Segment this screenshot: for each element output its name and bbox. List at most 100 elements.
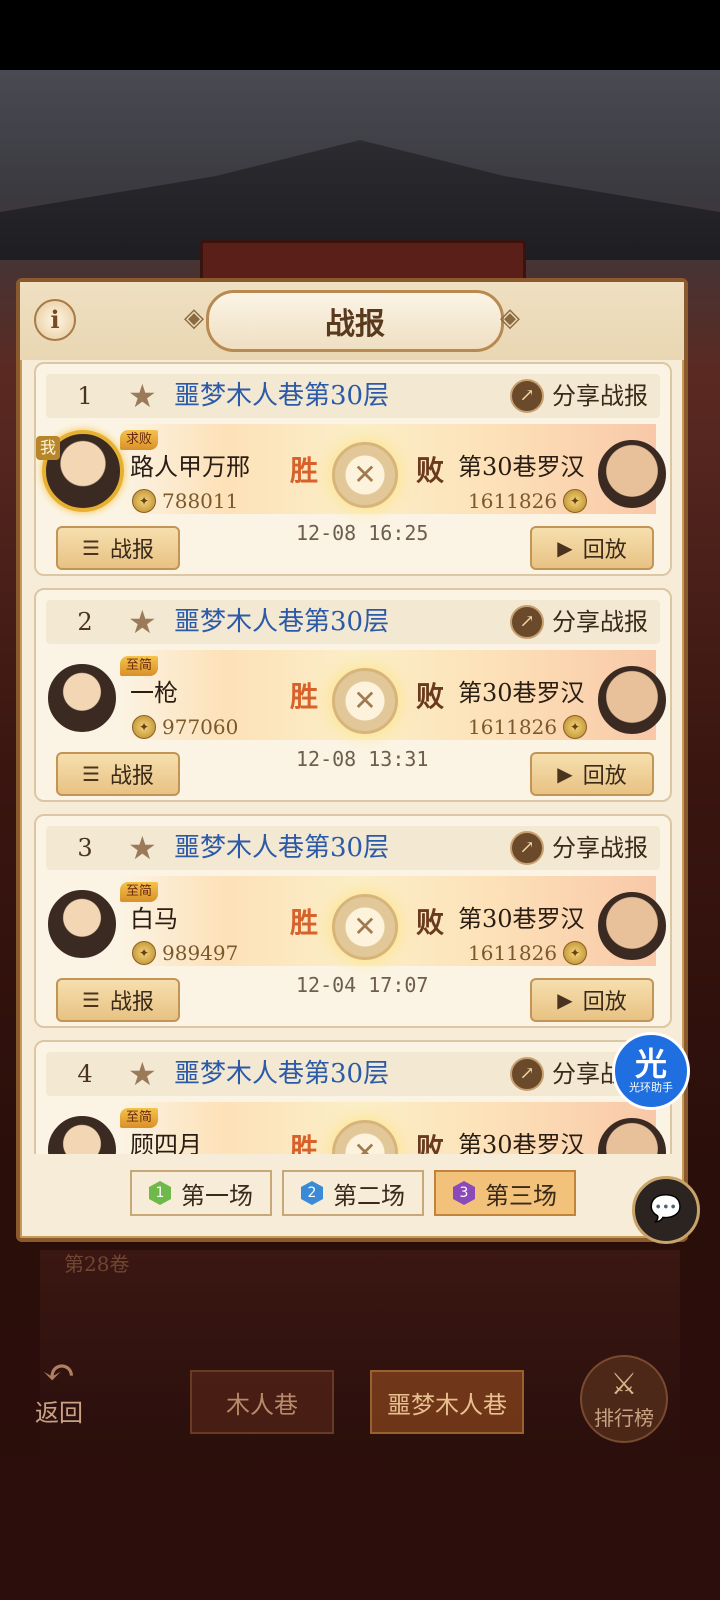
share-report-button[interactable]: ↗ 分享战报 <box>510 830 648 866</box>
replay-button[interactable]: ▶ 回放 <box>530 526 654 570</box>
tab-match-1[interactable]: 1 第一场 <box>130 1170 272 1216</box>
report-label: 战报 <box>109 764 154 789</box>
list-icon: ☰ <box>82 988 100 1012</box>
star-icon: ★ <box>128 829 157 867</box>
replay-label: 回放 <box>582 538 627 563</box>
player-title-tag: 至简 <box>120 1108 159 1128</box>
player-title-tag: 至简 <box>120 656 159 676</box>
player-name: 顾四月 <box>130 1131 202 1154</box>
replay-button[interactable]: ▶ 回放 <box>530 752 654 796</box>
player-power-value: 989497 <box>162 941 239 965</box>
player-name: 白马 <box>130 905 178 933</box>
share-label: 分享战报 <box>552 608 648 636</box>
share-icon: ↗ <box>510 605 544 639</box>
opponent-name: 第30巷罗汉 <box>458 1131 585 1154</box>
player-power-value: 788011 <box>162 489 239 513</box>
tab-label: 第三场 <box>485 1181 557 1210</box>
player-title-tag: 至简 <box>120 882 159 902</box>
report-button[interactable]: ☰ 战报 <box>56 526 180 570</box>
leaderboard-button[interactable]: ⚔ 排行榜 <box>580 1355 668 1443</box>
battle-time: 12-08 16:25 <box>296 521 429 545</box>
share-report-button[interactable]: ↗ 分享战报 <box>510 604 648 640</box>
report-number: 2 <box>77 608 93 636</box>
opponent-power: 1611826 ✦ <box>468 714 588 740</box>
report-card: 4 ★ 噩梦木人巷第30层 ↗ 分享战 至简 顾四月 胜 ✕ 败 第30巷罗汉 <box>34 1040 672 1154</box>
back-arrow-icon: ↶ <box>42 1350 76 1396</box>
player-power: ✦ 788011 <box>132 488 238 514</box>
list-icon: ☰ <box>82 536 100 560</box>
replay-label: 回放 <box>582 990 627 1015</box>
report-label: 战报 <box>109 538 154 563</box>
opponent-power-value: 1611826 <box>468 715 558 739</box>
power-icon: ✦ <box>563 941 588 965</box>
player-avatar[interactable] <box>48 890 116 958</box>
share-report-button[interactable]: ↗ 分享战报 <box>510 378 648 414</box>
share-icon: ↗ <box>510 379 544 413</box>
report-button[interactable]: ☰ 战报 <box>56 978 180 1022</box>
share-report-button[interactable]: ↗ 分享战 <box>510 1056 624 1092</box>
crossed-swords-icon: ⚔ <box>610 1367 638 1402</box>
back-label: 返回 <box>35 1399 83 1427</box>
badge-1-icon: 1 <box>149 1181 171 1205</box>
opponent-avatar[interactable] <box>598 666 666 734</box>
result-win: 胜 <box>290 1132 319 1154</box>
report-number: 3 <box>77 834 93 862</box>
player-avatar[interactable] <box>48 664 116 732</box>
star-icon: ★ <box>128 377 157 415</box>
opponent-name: 第30巷罗汉 <box>458 453 585 481</box>
power-icon: ✦ <box>563 489 588 513</box>
tab-wooden-alley[interactable]: 木人巷 <box>190 1370 334 1434</box>
title-left-ornament-icon: ◈ <box>184 303 204 333</box>
battle-report-list[interactable]: 1 ★ 噩梦木人巷第30层 ↗ 分享战报 求败 路人甲万邢 ✦ 788011 胜… <box>34 362 672 1154</box>
level-name: 噩梦木人巷第30层 <box>174 381 390 411</box>
assistant-floating-badge[interactable]: 光 光环助手 <box>612 1032 690 1110</box>
star-icon: ★ <box>128 1055 157 1093</box>
badge-2-icon: 2 <box>301 1181 323 1205</box>
opponent-name: 第30巷罗汉 <box>458 905 585 933</box>
result-lose: 败 <box>416 680 445 713</box>
share-icon: ↗ <box>510 1057 544 1091</box>
result-lose: 败 <box>416 454 445 487</box>
share-icon: ↗ <box>510 831 544 865</box>
opponent-power-value: 1611826 <box>468 489 558 513</box>
report-card: 1 ★ 噩梦木人巷第30层 ↗ 分享战报 求败 路人甲万邢 ✦ 788011 胜… <box>34 362 672 576</box>
play-icon: ▶ <box>557 536 573 560</box>
opponent-power: 1611826 ✦ <box>468 488 588 514</box>
replay-button[interactable]: ▶ 回放 <box>530 978 654 1022</box>
panel-title: 战报 <box>206 290 504 352</box>
share-label: 分享战报 <box>552 834 648 862</box>
back-button[interactable]: ↶ 返回 <box>24 1353 94 1428</box>
player-avatar[interactable] <box>48 1116 116 1154</box>
title-right-ornament-icon: ◈ <box>500 303 520 333</box>
vs-swords-icon: ✕ <box>332 668 398 734</box>
chat-bubble-icon[interactable]: 💬 <box>632 1176 700 1244</box>
result-win: 胜 <box>290 454 319 487</box>
tab-match-2[interactable]: 2 第二场 <box>282 1170 424 1216</box>
me-tag: 我 <box>36 436 60 460</box>
report-card: 2 ★ 噩梦木人巷第30层 ↗ 分享战报 至简 一枪 ✦ 977060 胜 ✕ … <box>34 588 672 802</box>
power-icon: ✦ <box>132 489 156 513</box>
tab-nightmare-alley[interactable]: 噩梦木人巷 <box>370 1370 524 1434</box>
player-power: ✦ 977060 <box>132 714 238 740</box>
lower-scene <box>40 1250 680 1450</box>
level-name: 噩梦木人巷第30层 <box>174 1059 390 1089</box>
opponent-avatar[interactable] <box>598 892 666 960</box>
play-icon: ▶ <box>557 988 573 1012</box>
report-button[interactable]: ☰ 战报 <box>56 752 180 796</box>
result-win: 胜 <box>290 906 319 939</box>
opponent-avatar[interactable] <box>598 440 666 508</box>
result-lose: 败 <box>416 1132 445 1154</box>
tab-label: 第二场 <box>333 1181 405 1210</box>
report-number: 1 <box>77 382 93 410</box>
match-tabs: 1 第一场 2 第二场 3 第三场 <box>130 1170 576 1216</box>
tab-match-3[interactable]: 3 第三场 <box>434 1170 576 1216</box>
result-win: 胜 <box>290 680 319 713</box>
leaderboard-label: 排行榜 <box>594 1406 654 1430</box>
floor-label: 第28卷 <box>64 1252 130 1276</box>
opponent-power: 1611826 ✦ <box>468 940 588 966</box>
info-icon[interactable]: i <box>34 299 76 341</box>
badge-3-icon: 3 <box>453 1181 475 1205</box>
player-power: ✦ 989497 <box>132 940 238 966</box>
player-name: 一枪 <box>130 679 178 707</box>
vs-swords-icon: ✕ <box>332 442 398 508</box>
